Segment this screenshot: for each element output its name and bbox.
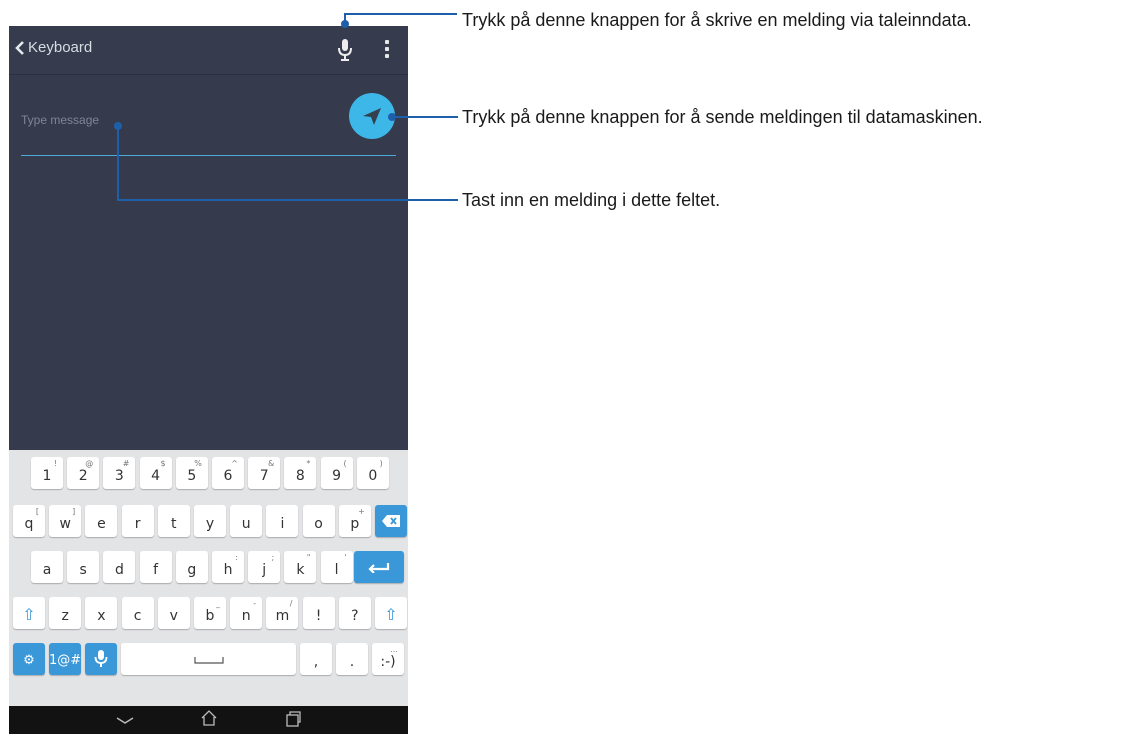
callout-field: Tast inn en melding i dette feltet. (462, 190, 721, 210)
callout-mic: Trykk på denne knappen for å skrive en m… (462, 10, 972, 30)
callout-send: Trykk på denne knappen for å sende meldi… (462, 107, 983, 127)
